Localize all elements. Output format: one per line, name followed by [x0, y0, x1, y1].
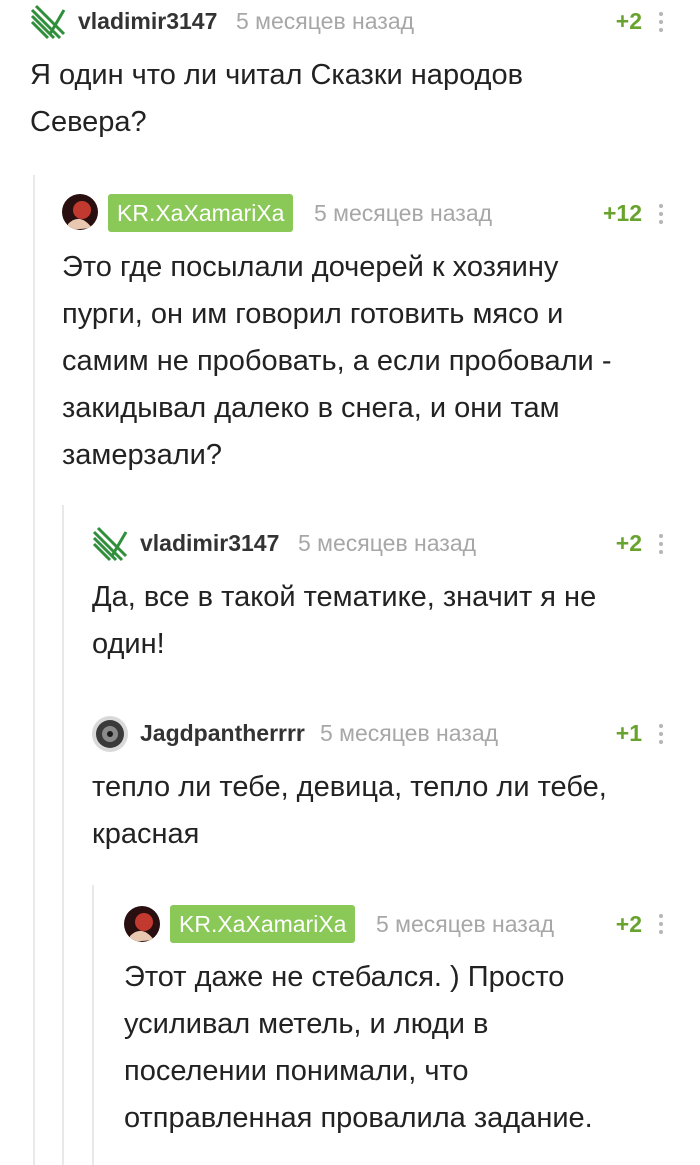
more-options-icon[interactable] [658, 914, 664, 940]
red-portrait-avatar-icon [124, 906, 160, 942]
comment-line: поселении понимали, что [124, 1055, 469, 1087]
comment-line: усиливал метель, и люди в [124, 1008, 489, 1040]
red-portrait-avatar-icon [62, 194, 98, 230]
green-stripes-logo-icon [30, 4, 66, 40]
avatar[interactable] [124, 906, 160, 942]
comment-line: Да, все в такой тематике, значит я не [92, 581, 597, 613]
more-options-icon[interactable] [658, 204, 664, 230]
comment-line: Это где посылали дочерей к хозяину [62, 251, 559, 283]
author-badge-username[interactable]: KR.XaXamariXa [108, 194, 294, 232]
green-stripes-logo-icon [92, 526, 128, 562]
comment-time: 5 месяцев назад [320, 720, 499, 746]
author-badge-username[interactable]: KR.XaXamariXa [170, 905, 356, 943]
comment-rating: +2 [615, 530, 642, 556]
comment-time: 5 месяцев назад [376, 911, 555, 937]
comment-text: Этот даже не стебался. ) Просто усиливал… [124, 954, 593, 1142]
comment-rating: +1 [615, 720, 642, 746]
thread-line-level-1 [33, 175, 35, 1165]
comment-line: закидывал далеко в снега, и они там [62, 392, 560, 424]
comment-time: 5 месяцев назад [236, 8, 415, 34]
comment-line: один! [92, 628, 165, 660]
comment-text: Это где посылали дочерей к хозяину пурги… [62, 244, 611, 479]
comment-text: Да, все в такой тематике, значит я не од… [92, 574, 596, 668]
comment-rating: +12 [602, 200, 642, 226]
more-options-icon[interactable] [658, 724, 664, 750]
comment-line: красная [92, 818, 200, 850]
speaker-avatar-icon [92, 716, 128, 752]
avatar[interactable] [92, 526, 128, 562]
more-options-icon[interactable] [658, 534, 664, 560]
comment-text: Я один что ли читал Сказки народов Север… [30, 52, 523, 146]
comment-line: пурги, он им говорил готовить мясо и [62, 298, 564, 330]
comment-line: самим не пробовать, а если пробовали - [62, 345, 612, 377]
comment-rating: +2 [615, 911, 642, 937]
comment-line: Этот даже не стебался. ) Просто [124, 961, 565, 993]
comment-rating: +2 [615, 8, 642, 34]
avatar[interactable] [30, 4, 66, 40]
avatar[interactable] [62, 194, 98, 230]
comment-line: замерзали? [62, 439, 222, 471]
avatar[interactable] [92, 716, 128, 752]
thread-line-level-2 [62, 505, 64, 1165]
thread-line-level-3 [92, 885, 94, 1165]
comment-line: Я один что ли читал Сказки народов [30, 59, 524, 91]
comment-line: отправленная провалила задание. [124, 1102, 593, 1134]
comment-line: тепло ли тебе, девица, тепло ли тебе, [92, 771, 607, 803]
comment-time: 5 месяцев назад [314, 200, 493, 226]
username-link[interactable]: Jagdpantherrrr [140, 714, 305, 752]
more-options-icon[interactable] [658, 12, 664, 38]
comment-text: тепло ли тебе, девица, тепло ли тебе, кр… [92, 764, 607, 858]
comment-line: Севера? [30, 106, 147, 138]
username-link[interactable]: vladimir3147 [140, 524, 279, 562]
comment-time: 5 месяцев назад [298, 530, 477, 556]
username-link[interactable]: vladimir3147 [78, 2, 217, 40]
